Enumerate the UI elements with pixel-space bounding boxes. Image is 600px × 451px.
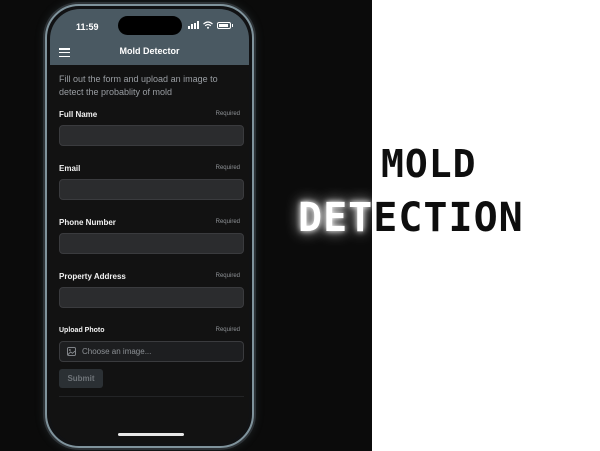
signal-icon	[188, 21, 199, 29]
required-label: Required	[215, 111, 240, 117]
field-label: Email	[59, 163, 81, 173]
field-email: Email Required	[59, 162, 244, 200]
field-label: Phone Number	[59, 217, 116, 227]
phone-screen: 11:59 Mold Detector Fill out the form an…	[50, 9, 249, 443]
upload-placeholder: Choose an image...	[82, 347, 152, 356]
field-label: Upload Photo	[59, 326, 105, 334]
required-label: Required	[215, 219, 240, 225]
required-label: Required	[215, 327, 240, 333]
battery-icon	[217, 21, 233, 29]
required-label: Required	[215, 273, 240, 279]
banner-title-line1: MOLD	[381, 142, 477, 186]
banner-title-rest: ECTION	[373, 195, 524, 241]
image-icon	[67, 347, 76, 356]
intro-text: Fill out the form and upload an image to…	[59, 74, 218, 97]
property-address-input[interactable]	[59, 287, 244, 308]
banner-title-glow: DET	[298, 195, 374, 241]
field-upload-photo: Upload Photo Required Choose an image...	[59, 324, 244, 362]
full-name-input[interactable]	[59, 125, 244, 146]
submit-button[interactable]: Submit	[59, 369, 103, 388]
dynamic-island	[118, 16, 182, 35]
wifi-icon	[203, 21, 213, 29]
status-icons	[188, 21, 233, 29]
home-indicator	[118, 433, 184, 436]
divider	[59, 396, 244, 397]
banner-title-line2: DETECTION	[298, 195, 524, 241]
app-title: Mold Detector	[119, 46, 180, 56]
email-input[interactable]	[59, 179, 244, 200]
required-label: Required	[215, 165, 240, 171]
app-bar: 11:59 Mold Detector	[50, 9, 249, 65]
upload-photo-input[interactable]: Choose an image...	[59, 341, 244, 362]
phone-frame: 11:59 Mold Detector Fill out the form an…	[45, 4, 254, 448]
form-content: Fill out the form and upload an image to…	[59, 73, 244, 397]
status-time: 11:59	[76, 22, 99, 32]
field-label: Property Address	[59, 271, 126, 281]
phone-number-input[interactable]	[59, 233, 244, 254]
field-full-name: Full Name Required	[59, 108, 244, 146]
field-label: Full Name	[59, 109, 98, 119]
field-property-address: Property Address Required	[59, 270, 244, 308]
field-phone: Phone Number Required	[59, 216, 244, 254]
